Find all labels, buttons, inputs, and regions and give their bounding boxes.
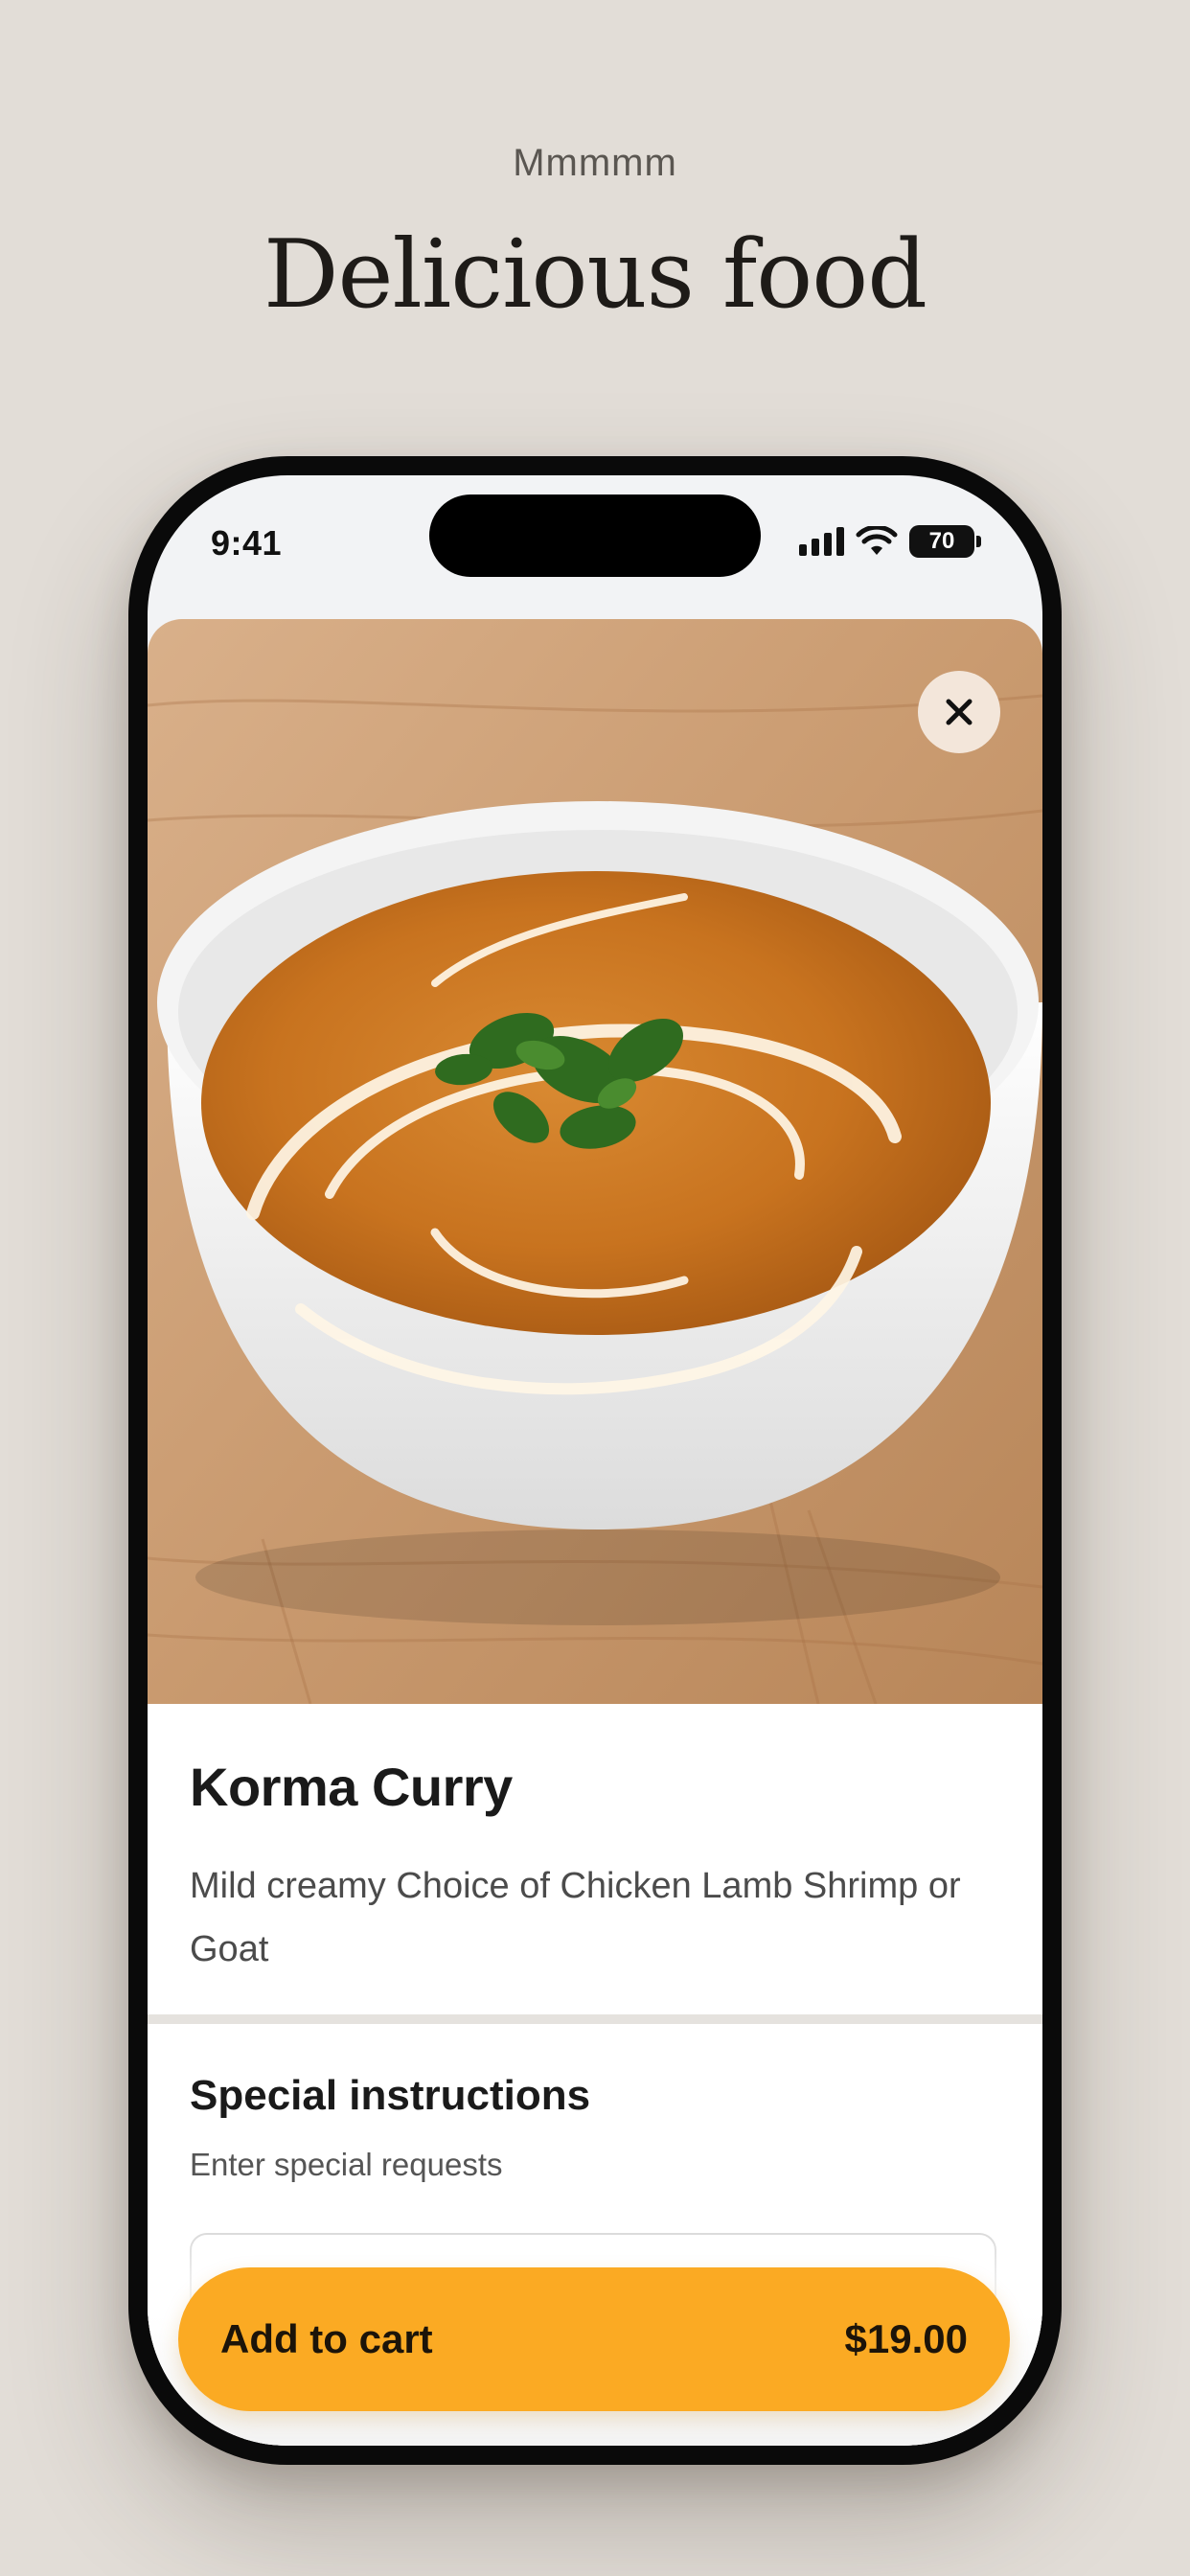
add-to-cart-label: Add to cart [220,2316,433,2361]
close-icon [946,699,973,725]
add-to-cart-button[interactable]: Add to cart $19.00 [178,2267,1010,2411]
promo-headline: Delicious food [263,220,927,330]
phone-screen: 9:41 70 Korma Curry Mild creamy Choice o… [148,475,1042,2446]
curry-bowl-illustration [148,619,1042,1704]
dynamic-island [429,494,761,577]
item-info: Korma Curry Mild creamy Choice of Chicke… [148,1704,1042,1981]
cellular-signal-icon [799,527,844,556]
promo-eyebrow: Mmmmm [513,142,677,184]
special-instructions-section: Special instructions Enter special reque… [190,2072,1000,2386]
battery-icon: 70 [909,525,981,558]
status-icons: 70 [799,525,981,558]
special-instructions-title: Special instructions [190,2072,591,2119]
special-instructions-subtitle: Enter special requests [190,2147,503,2182]
wifi-icon [856,526,898,555]
cart-price: $19.00 [844,2316,968,2361]
item-name: Korma Curry [190,1757,513,1817]
battery-level: 70 [909,525,974,558]
section-divider [148,2014,1042,2024]
item-image [148,619,1042,1704]
close-button[interactable] [918,671,1000,753]
item-description: Mild creamy Choice of Chicken Lamb Shrim… [190,1866,961,1969]
phone-frame: 9:41 70 Korma Curry Mild creamy Choice o… [128,456,1062,2465]
status-time: 9:41 [211,523,283,563]
item-detail-sheet: Korma Curry Mild creamy Choice of Chicke… [148,619,1042,2446]
